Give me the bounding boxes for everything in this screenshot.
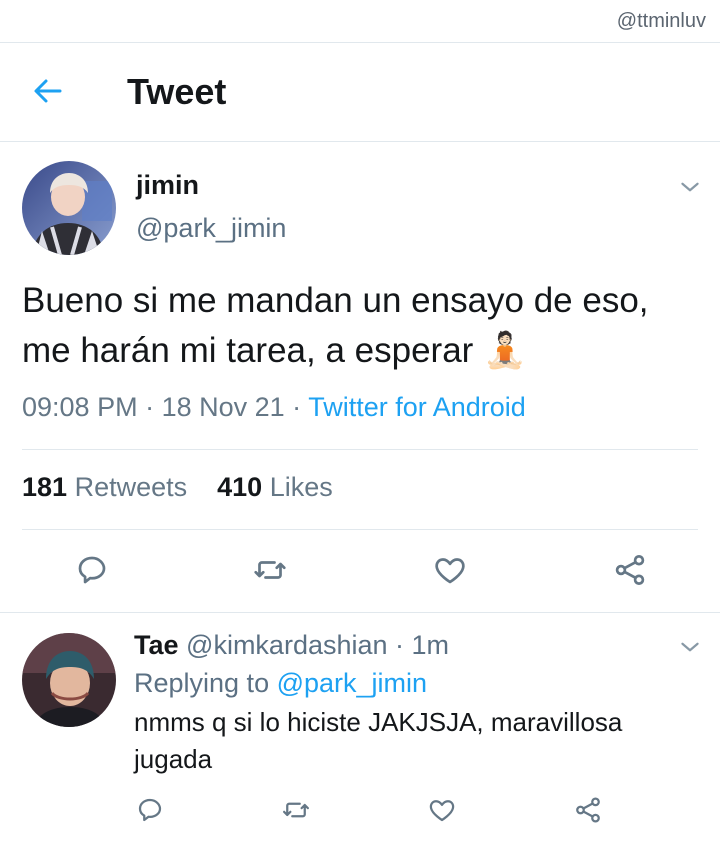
tweet-source-link[interactable]: Twitter for Android [308,392,526,422]
header-bar: Tweet [0,43,720,141]
mention-link[interactable]: @park_jimin [277,668,427,698]
reply-author-name[interactable]: Tae [134,630,179,660]
author-name[interactable]: jimin [136,170,199,201]
replying-prefix: Replying to [134,668,277,698]
chevron-down-icon[interactable] [677,174,703,200]
tweet-time: 09:08 PM [22,392,138,422]
avatar-tae[interactable] [22,633,116,727]
heart-icon [427,795,457,825]
comment-icon [74,552,110,588]
avatar-jimin[interactable] [22,161,116,255]
retweet-button[interactable] [276,790,316,830]
reply-button[interactable] [130,790,170,830]
retweet-button[interactable] [248,548,292,592]
reply-button[interactable] [70,548,114,592]
meta-separator: · [284,392,309,422]
reply-handle-time: @kimkardashian · 1m [178,630,450,660]
author-handle[interactable]: @park_jimin [136,213,286,244]
comment-icon [135,795,165,825]
arrow-left-icon [34,79,62,103]
likes-label: Likes [262,472,333,502]
page-title: Tweet [127,71,227,112]
back-button[interactable] [30,75,66,107]
retweet-icon [281,795,311,825]
tweet-text: Bueno si me mandan un ensayo de eso, me … [22,281,649,370]
tweet-divider [0,612,720,613]
header-divider [0,141,720,142]
watermark-handle: @ttminluv [616,10,706,32]
retweet-icon [252,552,288,588]
heart-icon [432,552,468,588]
like-button[interactable] [428,548,472,592]
avatar-image [22,633,116,727]
retweets-stat[interactable]: 181 Retweets [22,472,187,502]
stats-divider [22,529,698,530]
retweets-label: Retweets [67,472,188,502]
reply-header: Tae @kimkardashian · 1m [134,630,449,661]
chevron-down-icon[interactable] [677,634,703,660]
tweet-date: 18 Nov 21 [161,392,285,422]
meta-divider [22,449,698,450]
likes-stat[interactable]: 410 Likes [217,472,333,502]
tweet-stats: 181 Retweets 410 Likes [22,472,333,503]
tweet-meta: 09:08 PM · 18 Nov 21 · Twitter for Andro… [22,392,526,423]
share-icon [612,552,648,588]
likes-count: 410 [217,472,263,502]
retweets-count: 181 [22,472,68,502]
like-button[interactable] [422,790,462,830]
replying-to: Replying to @park_jimin [134,668,427,699]
reply-text: nmms q si lo hiciste JAKJSJA, maravillos… [134,707,623,774]
avatar-image [22,161,116,255]
meta-separator: · [137,392,162,422]
share-icon [573,795,603,825]
share-button[interactable] [568,790,608,830]
share-button[interactable] [608,548,652,592]
